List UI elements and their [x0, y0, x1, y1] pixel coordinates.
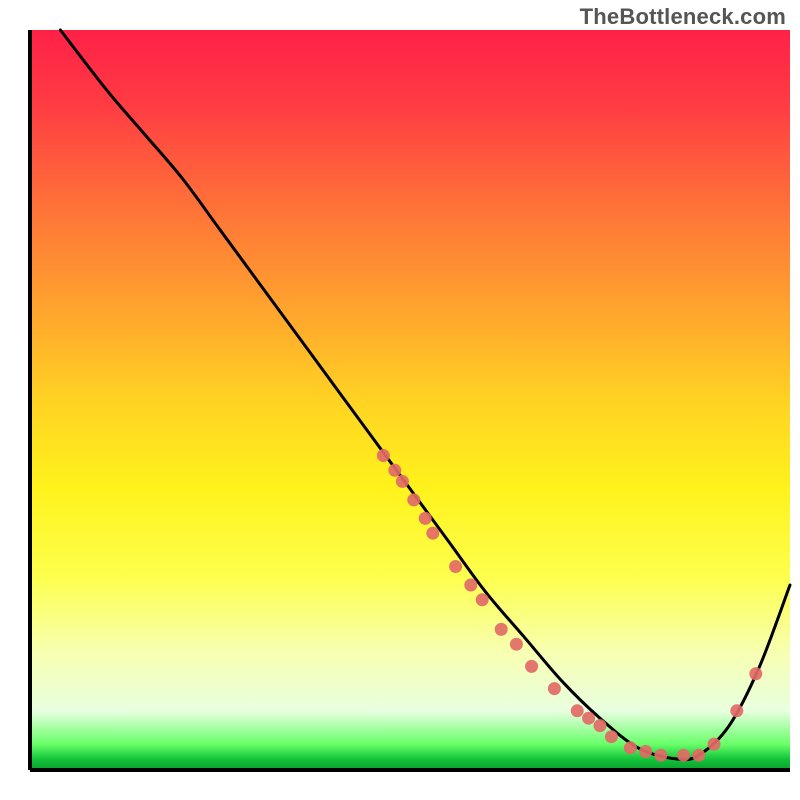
data-marker: [388, 464, 401, 477]
chart-background-gradient: [30, 30, 790, 770]
data-marker: [510, 638, 523, 651]
data-marker: [377, 449, 390, 462]
data-marker: [571, 704, 584, 717]
data-marker: [407, 493, 420, 506]
data-marker: [464, 579, 477, 592]
plot-area: [30, 30, 790, 770]
data-marker: [639, 745, 652, 758]
data-marker: [548, 682, 561, 695]
data-marker: [419, 512, 432, 525]
data-marker: [749, 667, 762, 680]
data-marker: [594, 719, 607, 732]
data-marker: [730, 704, 743, 717]
data-marker: [654, 749, 667, 762]
bottleneck-chart: [0, 0, 800, 800]
chart-container: TheBottleneck.com: [0, 0, 800, 800]
data-marker: [677, 749, 690, 762]
data-marker: [605, 730, 618, 743]
data-marker: [476, 593, 489, 606]
data-marker: [525, 660, 538, 673]
data-marker: [624, 741, 637, 754]
data-marker: [449, 560, 462, 573]
data-marker: [582, 712, 595, 725]
data-marker: [692, 749, 705, 762]
data-marker: [708, 738, 721, 751]
data-marker: [426, 527, 439, 540]
data-marker: [495, 623, 508, 636]
data-marker: [396, 475, 409, 488]
